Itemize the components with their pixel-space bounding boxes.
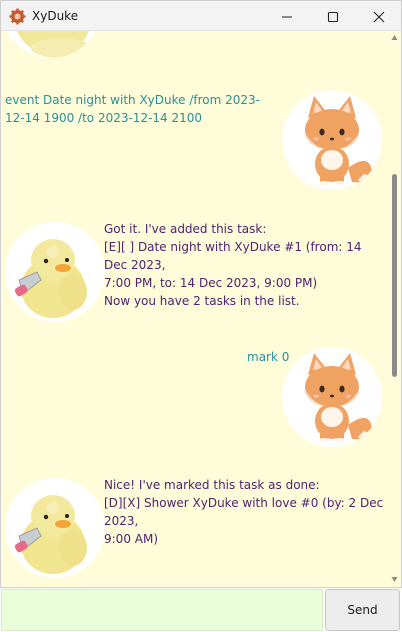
scroll-thumb[interactable]	[392, 174, 397, 377]
send-button[interactable]: Send	[325, 589, 400, 631]
maximize-icon	[327, 11, 339, 22]
user-message: mark 0	[247, 350, 290, 364]
bot-message-line: [E][ ] Date night with XyDuke #1 (from: …	[104, 240, 362, 272]
input-bar: Send	[0, 587, 402, 632]
close-button[interactable]	[356, 1, 402, 32]
bot-message: Got it. I've added this task: [E][ ] Dat…	[104, 220, 384, 310]
fox-avatar	[282, 347, 382, 447]
duck-icon	[14, 239, 87, 318]
bot-message: Nice! I've marked this task as done: [D]…	[104, 476, 384, 548]
fox-icon	[305, 353, 372, 442]
duck-icon	[14, 495, 87, 574]
scroll-up-icon[interactable]	[391, 34, 398, 41]
gear-icon	[9, 8, 26, 25]
bot-message-line: Got it. I've added this task:	[104, 222, 267, 236]
bot-message-line: 7:00 PM, to: 14 Dec 2023, 9:00 PM)	[104, 276, 318, 290]
bot-message-line: [D][X] Shower XyDuke with love #0 (by: 2…	[104, 496, 384, 528]
bot-message-line: 9:00 AM)	[104, 532, 159, 546]
maximize-button[interactable]	[310, 1, 356, 32]
fox-icon	[305, 96, 372, 185]
message-input[interactable]	[1, 589, 323, 631]
fox-avatar	[282, 90, 382, 190]
user-message: event Date night with XyDuke /from 2023-…	[5, 93, 260, 125]
bot-message-line: Now you have 2 tasks in the list.	[104, 294, 300, 308]
scroll-down-icon[interactable]	[391, 576, 398, 583]
close-icon	[373, 11, 385, 22]
bot-message-line: Nice! I've marked this task as done:	[104, 478, 320, 492]
duck-avatar	[5, 478, 105, 578]
minimize-button[interactable]	[264, 1, 310, 32]
vertical-scrollbar[interactable]	[388, 31, 400, 587]
duck-avatar	[1, 31, 101, 58]
duck-avatar	[5, 222, 105, 322]
chat-area[interactable]: event Date night with XyDuke /from 2023-…	[0, 31, 402, 587]
minimize-icon	[282, 16, 292, 17]
title-bar: XyDuke	[0, 0, 402, 31]
window-title: XyDuke	[32, 9, 79, 23]
